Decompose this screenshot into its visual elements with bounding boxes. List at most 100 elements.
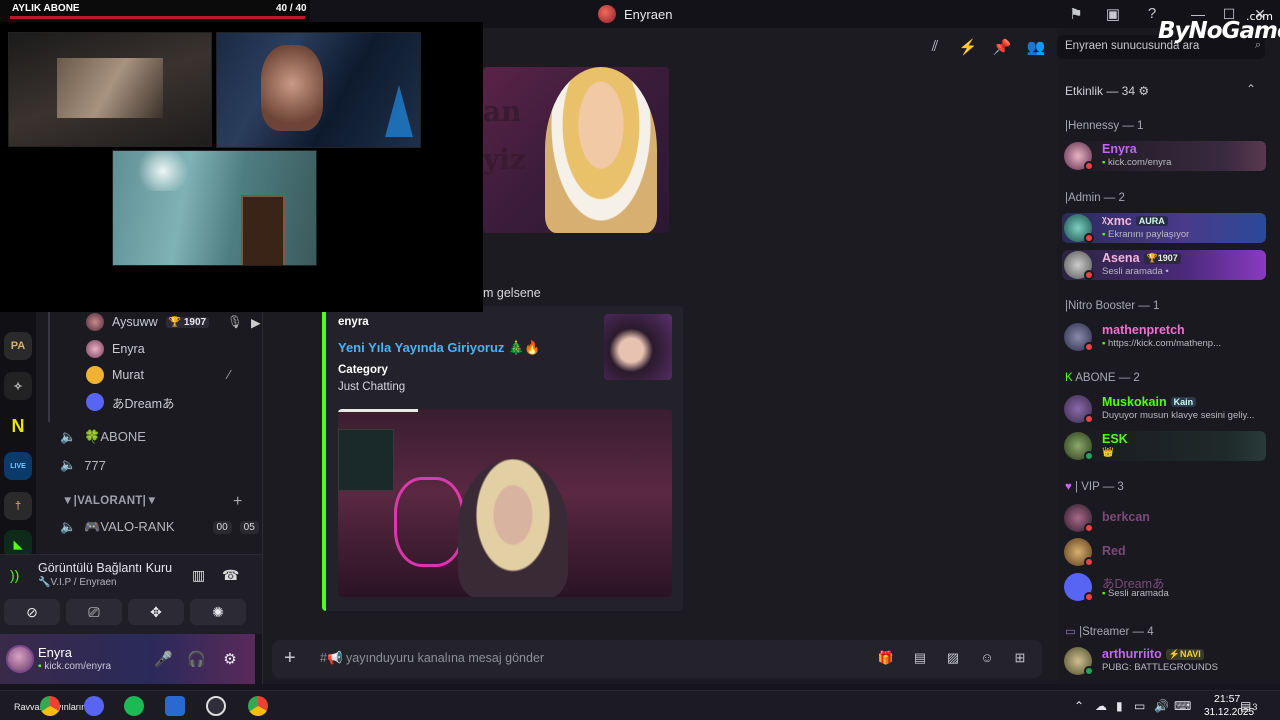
window-title: Enyraen bbox=[598, 5, 672, 23]
screen-share-button[interactable]: ⎚ bbox=[66, 599, 122, 625]
notification-mute-icon[interactable]: ⚡ bbox=[958, 38, 978, 58]
user-name[interactable]: Enyra bbox=[38, 645, 72, 660]
server-emblem-icon[interactable]: ✧ bbox=[4, 372, 32, 400]
activities-button[interactable]: ✥ bbox=[128, 599, 184, 625]
soundboard-button[interactable]: ✺ bbox=[190, 599, 246, 625]
status-dot bbox=[1084, 592, 1094, 602]
member-list-icon[interactable]: 👥 bbox=[1026, 38, 1046, 58]
disconnect-icon[interactable]: ☎ bbox=[222, 567, 239, 584]
member-name: ESK bbox=[1102, 432, 1128, 446]
embed-thumbnail[interactable] bbox=[604, 314, 672, 380]
user-avatar[interactable] bbox=[6, 645, 34, 673]
embed-stream-preview[interactable] bbox=[338, 409, 672, 597]
headphones-icon[interactable]: 🎧 bbox=[187, 650, 206, 668]
member-row[interactable]: berkcan bbox=[1062, 503, 1266, 533]
member-name: Enyra bbox=[1102, 142, 1137, 156]
sticker-icon[interactable]: ▨ bbox=[943, 650, 963, 668]
add-channel-icon[interactable]: + bbox=[233, 493, 242, 511]
settings-gear-icon[interactable]: ⚙ bbox=[221, 650, 239, 668]
member-row[interactable]: arthurriito ⚡NAVI PUBG: BATTLEGROUNDS bbox=[1062, 646, 1266, 676]
network-icon[interactable]: ▭ bbox=[1134, 699, 1145, 713]
cloud-icon[interactable]: ☁ bbox=[1095, 699, 1107, 713]
discord-icon[interactable] bbox=[84, 696, 104, 716]
embed-author[interactable]: enyra bbox=[338, 316, 369, 328]
flag-icon[interactable]: ⚑ bbox=[1066, 5, 1086, 25]
server-rail: PA ✧ N LIVE † ◣ bbox=[0, 312, 36, 558]
member-tag: Kain bbox=[1170, 397, 1197, 407]
camera-off-button[interactable]: ⊘ bbox=[4, 599, 60, 625]
screen-share-tile[interactable] bbox=[8, 32, 212, 147]
member-row[interactable]: Red bbox=[1062, 537, 1266, 567]
role-group-title: K ABONE — 2 bbox=[1065, 372, 1140, 384]
member-name: mathenpretch bbox=[1102, 323, 1185, 337]
taskbar bbox=[0, 690, 1280, 720]
member-tag: ⚡NAVI bbox=[1165, 649, 1204, 660]
voice-user[interactable]: Murat ⁄ bbox=[86, 364, 230, 386]
embed-title[interactable]: Yeni Yıla Yayında Giriyoruz 🎄🔥 bbox=[338, 340, 540, 356]
chrome-icon[interactable] bbox=[248, 696, 268, 716]
server-torch-icon[interactable]: † bbox=[4, 492, 32, 520]
gift-icon[interactable]: 🎁 bbox=[876, 650, 896, 668]
channel-abone[interactable]: 🔈 🍀ABONE bbox=[60, 426, 146, 448]
apps-icon[interactable]: ⊞ bbox=[1010, 650, 1030, 668]
kick-icon: ▪ bbox=[38, 661, 42, 672]
member-row[interactable]: あDreamあ ▪ Sesli aramada bbox=[1062, 572, 1266, 602]
composer-input[interactable]: #📢 yayınduyuru kanalına mesaj gönder bbox=[320, 651, 544, 666]
server-pa-icon[interactable]: PA bbox=[4, 332, 32, 360]
app-icon[interactable] bbox=[165, 696, 185, 716]
category-valorant[interactable]: ▼|VALORANT|▼ bbox=[62, 495, 158, 507]
threads-icon[interactable]: ⫽ bbox=[925, 38, 945, 58]
voice-connection-panel: )) Görüntülü Bağlantı Kuru 🔧V.I.P / Enyr… bbox=[0, 554, 262, 634]
signal-icon[interactable]: )) bbox=[10, 567, 19, 583]
language-icon[interactable]: ⌨ bbox=[1174, 699, 1191, 713]
channel-777[interactable]: 🔈 777 bbox=[60, 454, 106, 476]
member-row[interactable]: mathenpretch ▪ https://kick.com/mathenp.… bbox=[1062, 322, 1266, 352]
server-livetime-icon[interactable]: LIVE bbox=[4, 452, 32, 480]
add-attachment-icon[interactable]: + bbox=[284, 647, 296, 670]
webcam-tile[interactable] bbox=[216, 32, 421, 148]
message-text: m gelsene bbox=[483, 286, 541, 300]
member-name: arthurriito bbox=[1102, 647, 1162, 661]
inbox-icon[interactable]: ▣ bbox=[1103, 5, 1123, 25]
member-row[interactable]: Muskokain Kain Duyuyor musun klavye sesin… bbox=[1062, 394, 1266, 424]
christmas-tree bbox=[385, 85, 413, 137]
microphone-icon[interactable]: 🎤 bbox=[154, 650, 173, 668]
gif-icon[interactable]: ▤ bbox=[910, 650, 930, 668]
room-camera-tile[interactable] bbox=[112, 150, 317, 266]
clock-time[interactable]: 21:57 bbox=[1214, 693, 1240, 705]
voice-channel-sub[interactable]: 🔧V.I.P / Enyraen bbox=[38, 577, 117, 588]
role-group-title: |Admin — 2 bbox=[1065, 192, 1125, 204]
member-row[interactable]: ᵡxmc AURA ▪ Ekranını paylaşıyor bbox=[1062, 213, 1266, 243]
server-n-icon[interactable]: N bbox=[4, 412, 32, 440]
spotify-icon[interactable] bbox=[124, 696, 144, 716]
obs-icon[interactable] bbox=[206, 696, 226, 716]
member-status: PUBG: BATTLEGROUNDS bbox=[1102, 662, 1218, 673]
voice-user[interactable]: あDreamあ bbox=[86, 391, 175, 413]
stream-embed: enyra Yeni Yıla Yayında Giriyoruz 🎄🔥 Cat… bbox=[322, 306, 683, 611]
role-group-title: |Hennessy — 1 bbox=[1065, 120, 1144, 132]
channel-valo-rank[interactable]: 🔈 🎮VALO-RANK 00 05 bbox=[60, 516, 259, 538]
avatar bbox=[86, 393, 104, 411]
member-tag: AURA bbox=[1135, 216, 1168, 226]
chrome-icon[interactable] bbox=[40, 696, 60, 716]
chat-image-banner[interactable]: an yiz bbox=[483, 67, 669, 233]
chevron-up-icon[interactable]: ⌃ bbox=[1074, 699, 1084, 713]
emoji-icon[interactable]: ☺ bbox=[977, 650, 997, 668]
voice-user[interactable]: Aysuww 🏆 1907 🎙 ▶ bbox=[86, 311, 261, 333]
voice-user[interactable]: Enyra bbox=[86, 338, 145, 360]
member-row[interactable]: Asena 🏆1907 Sesli aramada • bbox=[1062, 250, 1266, 280]
voice-user-name: Murat bbox=[112, 368, 144, 382]
member-row[interactable]: ESK 👑 bbox=[1062, 431, 1266, 461]
message-composer[interactable]: + #📢 yayınduyuru kanalına mesaj gönder 🎁… bbox=[272, 640, 1042, 678]
member-row[interactable]: Enyra ▪ kick.com/enyra bbox=[1062, 141, 1266, 171]
member-name: ᵡxmc bbox=[1102, 214, 1132, 228]
volume-icon[interactable]: 🔊 bbox=[1154, 699, 1169, 713]
notification-icon[interactable]: ▤3 bbox=[1240, 699, 1257, 713]
mic-tray-icon[interactable]: ▮ bbox=[1116, 699, 1123, 713]
status-dot bbox=[1084, 414, 1094, 424]
noise-suppression-icon[interactable]: ▥ bbox=[192, 567, 205, 584]
collapse-icon[interactable]: ⌃ bbox=[1246, 82, 1256, 96]
role-group-title: |Nitro Booster — 1 bbox=[1065, 300, 1160, 312]
pin-icon[interactable]: 📌 bbox=[992, 38, 1012, 58]
trophy-badge: 🏆 1907 bbox=[165, 316, 210, 328]
